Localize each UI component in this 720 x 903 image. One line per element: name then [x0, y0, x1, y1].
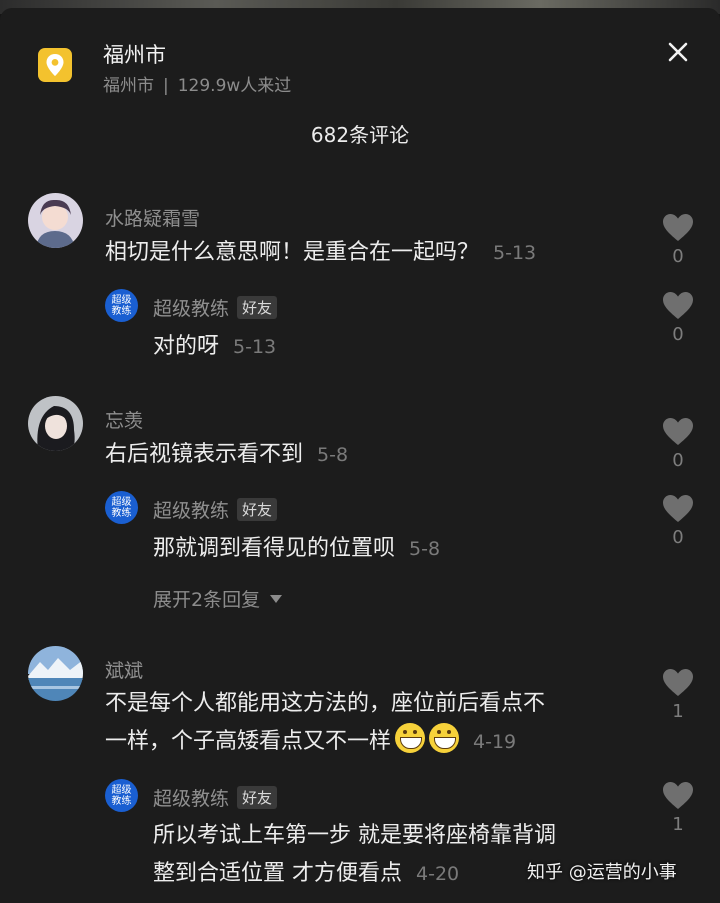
- like-count: 0: [672, 324, 684, 345]
- reply-username[interactable]: 超级教练 好友: [153, 784, 278, 811]
- comments-count-title: 682条评论: [310, 123, 410, 147]
- reply-username-text: 超级教练: [153, 788, 230, 810]
- like-count: 1: [672, 814, 684, 835]
- avatar[interactable]: [28, 646, 83, 701]
- comments-sheet: 福州市 福州市 | 129.9w人来过 682条评论 水路疑霜雪 相切是什么意思啊！…: [0, 8, 720, 903]
- reply-time: 5-8: [409, 538, 441, 560]
- like-count: 0: [672, 527, 684, 548]
- reply-text: 所以考试上车第一步 就是要将座椅靠背调 整到合适位置 才方便看点 4-20: [153, 817, 556, 893]
- reply-avatar[interactable]: 超级教练: [105, 779, 138, 812]
- comment-body-line1: 不是每个人都能用这方法的，座位前后看点不: [105, 691, 546, 716]
- comment-time: 5-13: [493, 242, 537, 264]
- location-subtitle: 福州市 | 129.9w人来过: [103, 71, 291, 96]
- reply-username[interactable]: 超级教练 好友: [153, 496, 278, 523]
- like-count: 0: [672, 246, 684, 267]
- reply-username-text: 超级教练: [153, 298, 230, 320]
- reply-text: 那就调到看得见的位置呗 5-8: [153, 530, 440, 568]
- reply-time: 5-13: [233, 336, 277, 358]
- reply-avatar-text: 超级教练: [111, 294, 132, 317]
- location-title[interactable]: 福州市: [103, 39, 166, 69]
- comment-text: 右后视镜表示看不到 5-8: [105, 436, 348, 474]
- heart-icon: [663, 782, 693, 809]
- watermark: 知乎 @运营的小事: [527, 862, 677, 883]
- comment-body-line2: 一样，个子高矮看点又不一样: [105, 729, 392, 754]
- reply-like-button[interactable]: 0: [658, 494, 698, 548]
- reply-time: 4-20: [416, 863, 460, 885]
- visitor-count: 129.9w人来过: [177, 76, 292, 96]
- reply-text: 对的呀 5-13: [153, 328, 276, 366]
- heart-icon: [663, 669, 693, 696]
- like-count: 1: [672, 701, 684, 722]
- comment-body: 相切是什么意思啊！是重合在一起吗？: [105, 240, 480, 265]
- map-pin-icon[interactable]: [38, 48, 72, 82]
- like-count: 0: [672, 450, 684, 471]
- reply-body: 对的呀: [153, 334, 220, 359]
- like-button[interactable]: 0: [658, 213, 698, 267]
- comment-body: 右后视镜表示看不到: [105, 442, 304, 467]
- close-icon[interactable]: [664, 38, 692, 66]
- heart-icon: [663, 495, 693, 522]
- friend-badge: 好友: [237, 786, 278, 809]
- heart-icon: [663, 418, 693, 445]
- reply-avatar[interactable]: 超级教练: [105, 491, 138, 524]
- reply-avatar-text: 超级教练: [111, 496, 132, 519]
- comment-text: 相切是什么意思啊！是重合在一起吗？ 5-13: [105, 234, 536, 272]
- reply-like-button[interactable]: 1: [658, 781, 698, 835]
- comment-time: 4-19: [473, 731, 517, 753]
- reply-username[interactable]: 超级教练 好友: [153, 294, 278, 321]
- comment-text: 不是每个人都能用这方法的，座位前后看点不 一样，个子高矮看点又不一样 4-19: [105, 685, 545, 761]
- comment-username[interactable]: 水路疑霜雪: [105, 204, 200, 231]
- comment-body-line2-row: 一样，个子高矮看点又不一样 4-19: [105, 723, 545, 761]
- reply-like-button[interactable]: 0: [658, 291, 698, 345]
- reply-avatar-text: 超级教练: [111, 784, 132, 807]
- reply-body-line1: 所以考试上车第一步 就是要将座椅靠背调: [153, 823, 556, 848]
- friend-badge: 好友: [237, 296, 278, 319]
- expand-replies-button[interactable]: 展开2条回复: [153, 585, 283, 612]
- friend-badge: 好友: [237, 498, 278, 521]
- grin-emoji-icon: [395, 723, 426, 753]
- chevron-down-icon: [270, 595, 283, 603]
- avatar[interactable]: [28, 193, 83, 248]
- reply-body: 那就调到看得见的位置呗: [153, 536, 396, 561]
- comment-username[interactable]: 忘羡: [105, 406, 143, 433]
- heart-icon: [663, 292, 693, 319]
- separator: |: [163, 76, 169, 96]
- reply-avatar[interactable]: 超级教练: [105, 289, 138, 322]
- grin-emoji-icon: [429, 723, 460, 753]
- comment-time: 5-8: [317, 444, 349, 466]
- reply-username-text: 超级教练: [153, 500, 230, 522]
- location-city: 福州市: [103, 76, 154, 96]
- like-button[interactable]: 0: [658, 417, 698, 471]
- expand-replies-label: 展开2条回复: [153, 589, 261, 611]
- like-button[interactable]: 1: [658, 668, 698, 722]
- comment-username[interactable]: 斌斌: [105, 656, 143, 683]
- reply-body-line2: 整到合适位置 才方便看点: [153, 861, 402, 886]
- heart-icon: [663, 214, 693, 241]
- reply-body-line2-row: 整到合适位置 才方便看点 4-20: [153, 855, 556, 893]
- avatar[interactable]: [28, 396, 83, 451]
